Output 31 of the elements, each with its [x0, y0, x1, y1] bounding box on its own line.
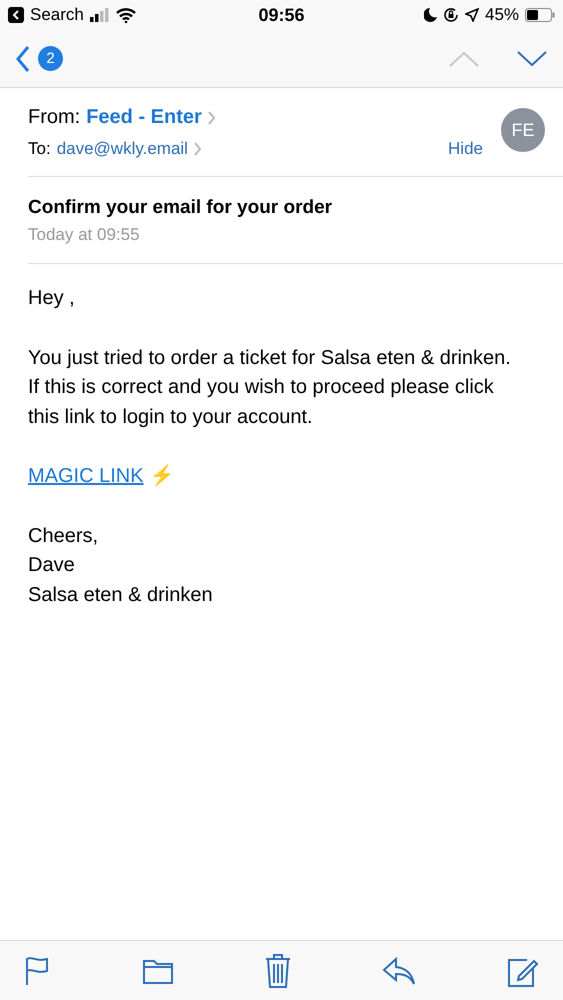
back-label[interactable]: Search: [30, 5, 84, 25]
folder-icon[interactable]: [142, 958, 173, 984]
email-date: Today at 09:55: [27, 224, 141, 246]
reply-icon[interactable]: [382, 956, 416, 986]
next-message-icon[interactable]: [517, 50, 547, 66]
to-label: To:: [28, 139, 51, 159]
location-icon: [464, 8, 479, 22]
clock-time: 09:56: [258, 4, 305, 26]
email-subject: Confirm your email for your order: [27, 196, 334, 219]
chevron-icon: [194, 142, 202, 156]
rotation-lock-icon: [442, 7, 459, 23]
hide-link[interactable]: Hide: [448, 139, 483, 159]
greeting-text: Hey ,: [28, 286, 76, 311]
moon-icon: [424, 8, 437, 22]
signoff-text: Cheers, Dave Salsa eten & drinken: [28, 524, 214, 608]
back-icon[interactable]: [8, 7, 24, 23]
lightning-emoji: ⚡: [150, 465, 175, 487]
trash-icon[interactable]: [264, 953, 292, 988]
battery-percent: 45%: [484, 5, 520, 25]
sender-name[interactable]: Feed - Enter: [86, 106, 202, 129]
from-label: From:: [28, 106, 80, 129]
unread-count-badge: 2: [38, 46, 63, 71]
magic-link[interactable]: MAGIC LINK: [28, 465, 144, 487]
battery-icon: [525, 8, 556, 22]
wifi-icon: [116, 8, 136, 22]
recipient-address[interactable]: dave@wkly.email: [56, 139, 188, 159]
sender-avatar: FE: [501, 108, 545, 152]
body-paragraph: You just tried to order a ticket for Salsa eten & drinken. If this is correct and you wish to proceed please click this link to login to your account.: [28, 346, 512, 430]
signal-icon: [90, 8, 110, 22]
chevron-icon: [208, 110, 216, 124]
back-chevron-icon[interactable]: [16, 44, 30, 72]
